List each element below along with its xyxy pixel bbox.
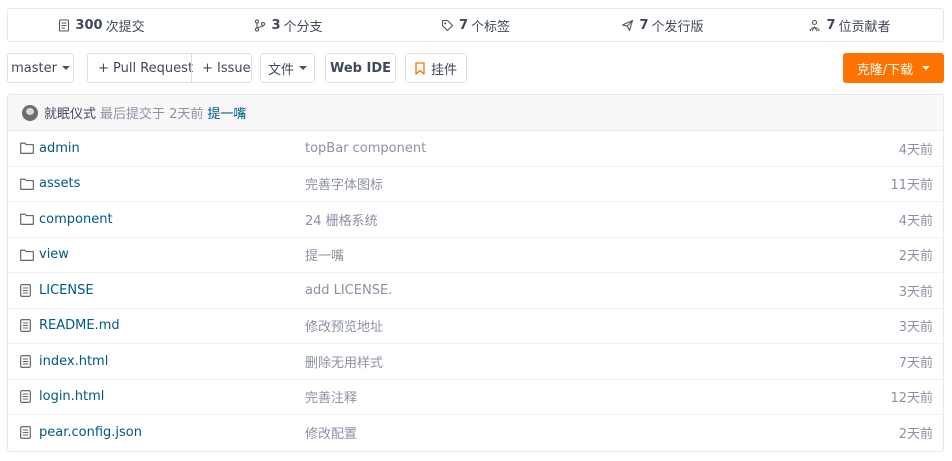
- file-icon: [20, 426, 31, 440]
- folder-icon-wrap: [20, 142, 34, 155]
- file-commit-time: 7天前: [898, 355, 933, 371]
- contributors-icon: [809, 19, 821, 31]
- repo-toolbar: master + Pull Request + Issue 文件 Web IDE…: [7, 53, 944, 83]
- file-commit-message[interactable]: 修改配置: [305, 423, 863, 442]
- chevron-down-icon: [922, 66, 931, 70]
- file-name-link[interactable]: assets: [39, 176, 305, 191]
- widget-button-label: 挂件: [430, 62, 457, 78]
- folder-icon: [20, 249, 34, 261]
- commit-icon: [59, 18, 70, 32]
- file-commit-message[interactable]: 删除无用样式: [305, 352, 863, 371]
- stat-tags-label: 个标签: [471, 19, 511, 35]
- file-commit-message[interactable]: 修改预览地址: [305, 316, 863, 335]
- file-row[interactable]: index.html 删除无用样式 7天前: [8, 344, 943, 380]
- file-commit-time: 3天前: [898, 320, 933, 336]
- web-ide-button[interactable]: Web IDE: [325, 53, 396, 83]
- file-icon-wrap: [20, 319, 34, 333]
- branch-select-label: master: [11, 60, 57, 76]
- file-name-link[interactable]: view: [39, 247, 305, 262]
- file-commit-message[interactable]: 提一嘴: [305, 245, 863, 264]
- folder-icon: [20, 178, 34, 190]
- file-row[interactable]: pear.config.json 修改配置 2天前: [8, 415, 943, 451]
- file-row[interactable]: component 24 栅格系统 4天前: [8, 202, 943, 238]
- avatar[interactable]: [22, 104, 38, 121]
- file-row[interactable]: assets 完善字体图标 11天前: [8, 167, 943, 202]
- last-commit-author[interactable]: 就眠仪式: [44, 103, 96, 122]
- bookmark-icon: [415, 61, 425, 75]
- last-commit-bar: 就眠仪式 最后提交于 2天前 提一嘴: [8, 95, 943, 131]
- branch-select[interactable]: master: [7, 53, 74, 83]
- file-commit-message[interactable]: 24 栅格系统: [305, 210, 863, 229]
- file-icon-wrap: [20, 283, 34, 297]
- folder-icon-wrap: [20, 249, 34, 261]
- file-commit-message[interactable]: topBar component: [305, 141, 863, 156]
- folder-icon: [20, 142, 34, 155]
- stat-commits[interactable]: 300 次提交: [8, 16, 195, 35]
- repo-stats-bar: 300 次提交 3 个分支 7 个标签 7 个发行版 7 位贡献者: [7, 8, 944, 42]
- file-icon-wrap: [20, 426, 34, 440]
- file-name-link[interactable]: admin: [39, 141, 305, 156]
- file-icon: [20, 319, 31, 333]
- file-commit-time: 2天前: [898, 427, 933, 443]
- file-commit-time: 4天前: [898, 213, 933, 229]
- stat-branches-count: 3: [271, 17, 281, 33]
- file-row[interactable]: README.md 修改预览地址 3天前: [8, 309, 943, 344]
- stat-branches-label: 个分支: [283, 19, 323, 35]
- clone-download-label: 克隆/下载: [856, 62, 914, 78]
- stat-releases-count: 7: [639, 17, 649, 33]
- folder-icon-wrap: [20, 213, 34, 226]
- file-name-link[interactable]: LICENSE: [39, 283, 305, 298]
- last-commit-message[interactable]: 提一嘴: [207, 103, 246, 122]
- files-menu-label: 文件: [267, 62, 294, 78]
- stat-tags-count: 7: [458, 17, 469, 33]
- file-row[interactable]: admin topBar component 4天前: [8, 131, 943, 167]
- files-menu-button[interactable]: 文件: [260, 53, 315, 83]
- file-row[interactable]: LICENSE add LICENSE. 3天前: [8, 273, 943, 309]
- file-commit-time: 2天前: [898, 249, 933, 265]
- stat-contributors[interactable]: 7 位贡献者: [756, 16, 943, 35]
- file-commit-message[interactable]: add LICENSE.: [305, 283, 863, 298]
- file-icon-wrap: [20, 354, 34, 368]
- new-pull-request-button[interactable]: + Pull Request: [88, 54, 193, 82]
- stat-contributors-label: 位贡献者: [838, 19, 891, 35]
- pr-issue-group: + Pull Request + Issue: [87, 53, 252, 83]
- file-commit-time: 4天前: [898, 142, 933, 158]
- stat-branches[interactable]: 3 个分支: [195, 16, 382, 35]
- folder-icon: [20, 213, 34, 226]
- file-commit-time: 3天前: [898, 284, 933, 300]
- file-commit-message[interactable]: 完善注释: [305, 387, 863, 406]
- file-row[interactable]: login.html 完善注释 12天前: [8, 380, 943, 415]
- stat-commits-count: 300: [75, 17, 103, 33]
- file-name-link[interactable]: pear.config.json: [39, 425, 305, 440]
- stat-tags[interactable]: 7 个标签: [382, 16, 569, 35]
- file-commit-time: 12天前: [890, 391, 933, 407]
- file-commit-time: 11天前: [890, 178, 933, 194]
- branch-icon: [255, 18, 266, 32]
- widget-button[interactable]: 挂件: [405, 53, 467, 83]
- file-browser: 就眠仪式 最后提交于 2天前 提一嘴 admin topBar component…: [7, 94, 944, 452]
- file-icon: [20, 354, 31, 368]
- stat-contributors-count: 7: [826, 17, 836, 33]
- file-icon-wrap: [20, 390, 34, 404]
- file-commit-message[interactable]: 完善字体图标: [305, 174, 863, 193]
- stat-commits-label: 次提交: [105, 19, 145, 35]
- release-icon: [622, 19, 634, 31]
- stat-releases[interactable]: 7 个发行版: [569, 16, 756, 35]
- file-name-link[interactable]: README.md: [39, 318, 305, 333]
- chevron-down-icon: [61, 66, 70, 70]
- file-name-link[interactable]: index.html: [39, 354, 305, 369]
- stat-releases-label: 个发行版: [651, 19, 704, 35]
- file-row[interactable]: view 提一嘴 2天前: [8, 238, 943, 273]
- folder-icon-wrap: [20, 178, 34, 190]
- file-icon: [20, 283, 31, 297]
- last-commit-time: 最后提交于 2天前: [100, 107, 204, 122]
- file-name-link[interactable]: login.html: [39, 389, 305, 404]
- file-icon: [20, 390, 31, 404]
- chevron-down-icon: [299, 66, 307, 70]
- clone-download-button[interactable]: 克隆/下载: [843, 53, 944, 83]
- tag-icon: [441, 19, 454, 31]
- file-name-link[interactable]: component: [39, 212, 305, 227]
- new-issue-button[interactable]: + Issue: [191, 54, 252, 82]
